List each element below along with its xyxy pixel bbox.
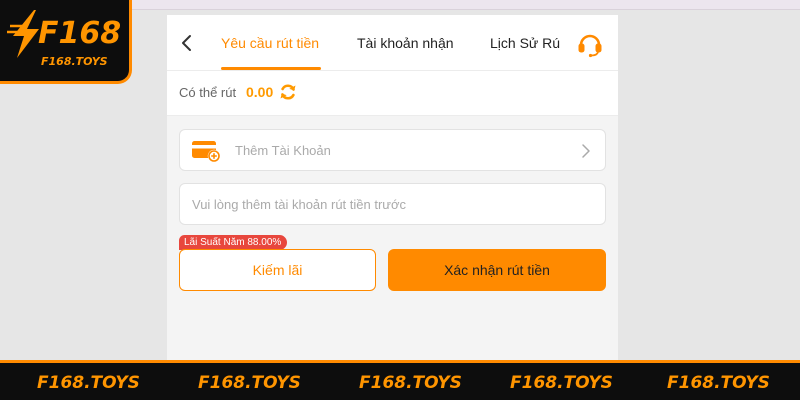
add-account-button[interactable]: Thêm Tài Khoản: [179, 129, 606, 171]
nav-bar: Yêu cầu rút tiền Tài khoản nhận Lịch Sử …: [167, 15, 618, 71]
add-account-label: Thêm Tài Khoản: [235, 143, 331, 158]
footer-brand-text: F168.TOYS: [667, 373, 770, 393]
balance-row: Có thể rút 0.00: [167, 71, 618, 116]
brand-logo: F168 F168.TOYS: [0, 0, 132, 84]
tab-withdraw-request[interactable]: Yêu cầu rút tiền: [221, 15, 319, 71]
withdraw-panel: Yêu cầu rút tiền Tài khoản nhận Lịch Sử …: [167, 15, 618, 360]
brand-footer-banner: F168.TOYS F168.TOYS F168.TOYS F168.TOYS …: [0, 360, 800, 400]
earn-interest-button[interactable]: Kiếm lãi: [179, 249, 376, 291]
footer-brand-text: F168.TOYS: [37, 373, 140, 393]
tab-withdraw-history[interactable]: Lịch Sử Rú: [490, 15, 560, 71]
account-notice-text: Vui lòng thêm tài khoản rút tiền trước: [192, 197, 407, 212]
top-strip-divider: [132, 9, 800, 10]
footer-brand-text: F168.TOYS: [198, 373, 301, 393]
balance-value: 0.00: [246, 84, 274, 100]
logo-subtext: F168.TOYS: [41, 55, 108, 68]
chevron-left-icon[interactable]: [177, 31, 197, 55]
account-notice-field: Vui lòng thêm tài khoản rút tiền trước: [179, 183, 606, 225]
logo-text: F168: [38, 16, 122, 51]
confirm-withdraw-button[interactable]: Xác nhận rút tiền: [388, 249, 606, 291]
card-add-icon: [192, 141, 221, 163]
interest-rate-badge: Lãi Suất Năm 88.00%: [179, 235, 288, 250]
refresh-icon[interactable]: [278, 82, 298, 102]
active-tab-indicator: [221, 67, 321, 70]
balance-label: Có thể rút: [179, 85, 237, 100]
chevron-right-icon: [582, 144, 590, 158]
footer-brand-text: F168.TOYS: [510, 373, 613, 393]
top-strip: [132, 0, 800, 9]
tab-receiving-account[interactable]: Tài khoản nhận: [357, 15, 454, 71]
footer-brand-text: F168.TOYS: [359, 373, 462, 393]
headset-icon[interactable]: [576, 30, 604, 58]
